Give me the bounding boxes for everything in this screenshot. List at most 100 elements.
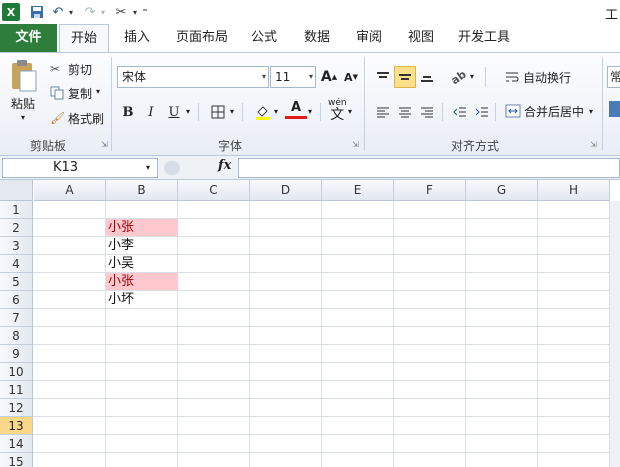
align-right-button[interactable]: [416, 101, 438, 123]
cell-B6[interactable]: 小坏: [106, 291, 178, 308]
row-header-3[interactable]: 3: [0, 237, 33, 255]
format-painter-icon: 🖌: [50, 111, 66, 125]
font-launcher-icon[interactable]: ⇲: [352, 140, 359, 149]
decrease-indent-button[interactable]: [449, 101, 471, 123]
cell-B4[interactable]: 小吴: [106, 255, 178, 272]
tab-review[interactable]: 审阅: [348, 24, 390, 52]
row-header-1[interactable]: 1: [0, 201, 33, 219]
row-header-12[interactable]: 12: [0, 399, 33, 417]
italic-button[interactable]: I: [140, 101, 162, 123]
save-icon[interactable]: [28, 3, 46, 21]
align-center-button[interactable]: [394, 101, 416, 123]
merge-center-dropdown-icon[interactable]: ▾: [589, 107, 593, 116]
name-box-dropdown-icon[interactable]: ▾: [146, 158, 150, 178]
row-header-14[interactable]: 14: [0, 435, 33, 453]
select-all-button[interactable]: [0, 180, 33, 201]
font-size-combo[interactable]: 11 ▾: [270, 66, 316, 88]
cut-button[interactable]: 剪切: [68, 61, 92, 78]
copy-dropdown-icon[interactable]: ▾: [96, 87, 100, 96]
clipboard-launcher-icon[interactable]: ⇲: [101, 140, 108, 149]
shrink-font-button[interactable]: A ▼: [340, 66, 362, 88]
row-header-2[interactable]: 2: [0, 219, 33, 237]
tab-home[interactable]: 开始: [59, 24, 109, 53]
undo-dropdown-icon[interactable]: ▾: [66, 3, 76, 21]
increase-indent-button[interactable]: [471, 101, 493, 123]
tab-view[interactable]: 视图: [400, 24, 442, 52]
tab-data[interactable]: 数据: [296, 24, 338, 52]
gridline-horizontal: [33, 380, 620, 381]
underline-dropdown-icon[interactable]: ▾: [186, 107, 190, 116]
phonetic-dropdown-icon[interactable]: ▾: [348, 107, 352, 116]
toolbar-divider: [442, 103, 443, 121]
align-top-button[interactable]: [372, 66, 394, 88]
conditional-format-icon[interactable]: [609, 101, 620, 117]
font-name-combo[interactable]: 宋体 ▾: [117, 66, 269, 88]
toolbar-divider: [320, 103, 321, 121]
customize-icon[interactable]: ✂: [112, 3, 130, 21]
copy-button[interactable]: 复制: [68, 85, 92, 102]
cell-B2[interactable]: 小张: [106, 219, 178, 236]
row-header-6[interactable]: 6: [0, 291, 33, 309]
column-header-D[interactable]: D: [250, 180, 322, 201]
qat-dropdown-icon[interactable]: ▾: [130, 3, 140, 21]
paste-dropdown-icon[interactable]: ▾: [21, 113, 25, 122]
row-header-11[interactable]: 11: [0, 381, 33, 399]
alignment-launcher-icon[interactable]: ⇲: [590, 140, 597, 149]
fill-color-button[interactable]: [252, 101, 274, 123]
phonetic-button[interactable]: wén 文: [328, 97, 347, 122]
undo-icon[interactable]: ↶: [50, 3, 66, 21]
column-header-A[interactable]: A: [34, 180, 106, 201]
align-middle-button[interactable]: [394, 66, 416, 88]
formula-resize-handle[interactable]: [164, 161, 180, 175]
column-header-E[interactable]: E: [322, 180, 394, 201]
tab-file[interactable]: 文件: [0, 24, 57, 52]
column-header-B[interactable]: B: [106, 180, 178, 201]
orientation-button[interactable]: ab: [448, 66, 470, 88]
paste-icon[interactable]: [8, 57, 40, 95]
merge-center-button[interactable]: 合并后居中: [524, 103, 584, 120]
row-header-9[interactable]: 9: [0, 345, 33, 363]
paste-button[interactable]: 粘贴: [11, 95, 35, 112]
row-header-5[interactable]: 5: [0, 273, 33, 291]
insert-function-icon[interactable]: fx: [218, 158, 231, 173]
row-header-10[interactable]: 10: [0, 363, 33, 381]
qat-more-icon[interactable]: ⁼: [140, 3, 150, 21]
borders-button[interactable]: [207, 101, 229, 123]
align-bottom-button[interactable]: [416, 66, 438, 88]
number-format-combo[interactable]: 常: [607, 66, 620, 88]
borders-dropdown-icon[interactable]: ▾: [230, 107, 234, 116]
tab-developer[interactable]: 开发工具: [452, 24, 516, 52]
row-header-8[interactable]: 8: [0, 327, 33, 345]
row-header-7[interactable]: 7: [0, 309, 33, 327]
grow-font-button[interactable]: A ▲: [318, 66, 340, 88]
redo-dropdown-icon[interactable]: ▾: [98, 3, 108, 21]
cell-B5[interactable]: 小张: [106, 273, 178, 290]
wrap-text-button[interactable]: 自动换行: [523, 69, 571, 86]
align-left-button[interactable]: [372, 101, 394, 123]
column-header-G[interactable]: G: [466, 180, 538, 201]
tab-formulas[interactable]: 公式: [244, 24, 284, 52]
tab-page-layout[interactable]: 页面布局: [170, 24, 234, 52]
vertical-scrollbar[interactable]: [610, 201, 620, 467]
name-box[interactable]: K13: [2, 158, 158, 178]
column-header-H[interactable]: H: [538, 180, 610, 201]
font-color-dropdown-icon[interactable]: ▾: [308, 107, 312, 116]
gridline-horizontal: [33, 308, 620, 309]
font-color-button[interactable]: A: [285, 99, 307, 119]
cell-B3[interactable]: 小李: [106, 237, 178, 254]
gridline-horizontal: [33, 452, 620, 453]
column-header-F[interactable]: F: [394, 180, 466, 201]
fill-color-dropdown-icon[interactable]: ▾: [274, 107, 278, 116]
bold-button[interactable]: B: [117, 101, 139, 123]
row-header-15[interactable]: 15: [0, 453, 33, 467]
tab-insert[interactable]: 插入: [115, 24, 159, 52]
formula-input[interactable]: [238, 158, 620, 178]
redo-icon[interactable]: ↷: [82, 3, 98, 21]
row-header-4[interactable]: 4: [0, 255, 33, 273]
format-painter-button[interactable]: 格式刷: [68, 110, 104, 127]
column-header-C[interactable]: C: [178, 180, 250, 201]
row-header-13[interactable]: 13: [0, 417, 33, 435]
orientation-dropdown-icon[interactable]: ▾: [470, 72, 474, 81]
excel-icon[interactable]: X: [2, 3, 20, 21]
underline-button[interactable]: U: [163, 101, 185, 123]
